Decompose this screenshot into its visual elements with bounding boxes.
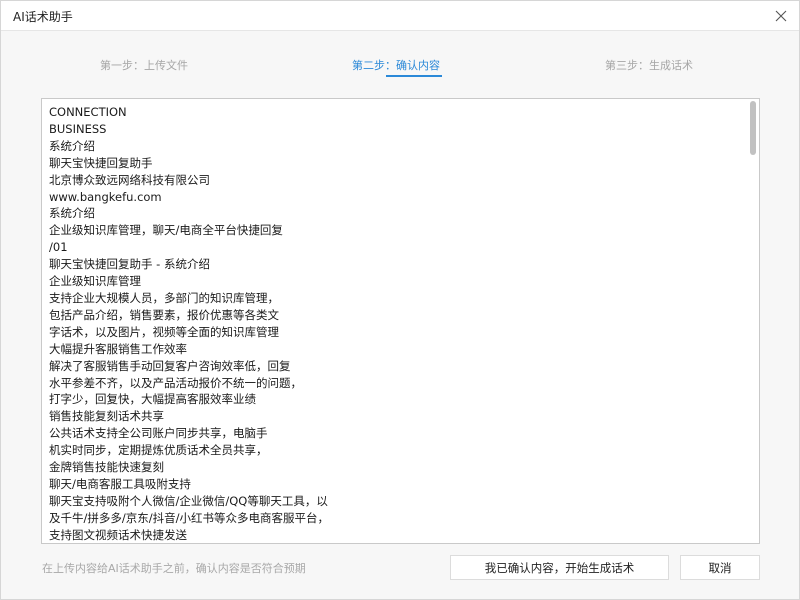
title-bar: AI话术助手 [1,1,799,31]
content-line: 系统介绍 [49,206,95,221]
content-line: 公共话术支持全公司账户同步共享，电脑手 [49,426,268,441]
scroll-thumb[interactable] [750,101,756,155]
content-line: 机实时同步，定期提炼优质话术全员共享， [49,443,268,458]
content-line: 打字少，回复快，大幅提高客服效率业绩 [49,392,256,407]
step-indicator: 第一步：上传文件 第二步：确认内容 第三步：生成话术 [1,57,799,81]
content-text-area[interactable]: CONNECTION BUSINESS 系统介绍 聊天宝快捷回复助手 北京博众致远网络科… [41,98,760,544]
confirm-generate-button[interactable]: 我已确认内容，开始生成话术 [450,555,669,580]
content-line: 支持企业大规模人员，多部门的知识库管理， [49,290,279,305]
content-line: 解决了客服销售手动回复客户咨询效率低，回复 [49,358,291,373]
step-generate-script: 第三步：生成话术 [605,59,693,72]
vertical-scrollbar[interactable] [749,101,757,541]
window-title: AI话术助手 [13,10,73,24]
content-line: 聊天宝快捷回复助手 [49,155,153,170]
content-line: 北京博众致远网络科技有限公司 [49,172,210,187]
cancel-button[interactable]: 取消 [680,555,760,580]
content-line: 大幅提升客服销售工作效率 [49,341,187,356]
step-upload-file: 第一步：上传文件 [100,59,188,72]
content-line: 支持图文视频话术快捷发送 [49,527,187,542]
step-confirm-content: 第二步：确认内容 [352,59,440,72]
content-line: 包括产品介绍，销售要素，报价优惠等各类文 [49,307,279,322]
content-line: 企业级知识库管理，聊天/电商全平台快捷回复 [49,223,283,238]
active-step-underline [386,75,442,77]
content-line: 销售技能复刻话术共享 [49,409,164,424]
content-line: 金牌销售技能快速复刻 [49,460,164,475]
close-icon [775,10,787,22]
footer-hint: 在上传内容给AI话术助手之前，确认内容是否符合预期 [42,562,306,575]
content-line: 聊天宝快捷回复助手 - 系统介绍 [49,257,210,272]
content-line: 系统介绍 [49,138,95,153]
content-line: 聊天宝支持吸附个人微信/企业微信/QQ等聊天工具，以 [49,493,328,508]
content-line: 企业级知识库管理 [49,274,141,289]
content-line: 字话术，以及图片，视频等全面的知识库管理 [49,324,279,339]
content-line: 聊天/电商客服工具吸附支持 [49,476,191,491]
content-line: /01 [49,240,68,255]
content-line: CONNECTION [49,105,127,119]
content-line: BUSINESS [49,121,107,136]
dialog-window: AI话术助手 第一步：上传文件 第二步：确认内容 第三步：生成话术 CONNEC… [0,0,800,600]
content-line: 水平参差不齐，以及产品活动报价不统一的问题， [49,375,302,390]
content-line: www.bangkefu.com [49,189,162,204]
content-lines: CONNECTION BUSINESS 系统介绍 聊天宝快捷回复助手 北京博众致远网络科… [49,104,741,543]
content-line: 及千牛/拼多多/京东/抖音/小红书等众多电商客服平台， [49,510,329,525]
close-button[interactable] [769,4,793,28]
